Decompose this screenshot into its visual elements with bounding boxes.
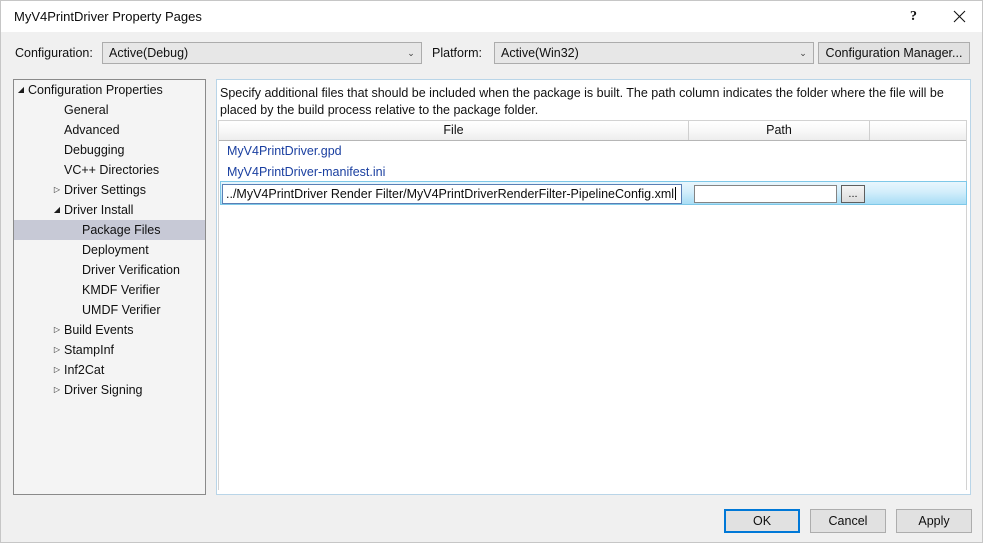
- configuration-manager-button[interactable]: Configuration Manager...: [818, 42, 970, 64]
- tree-item-kmdf-verifier[interactable]: KMDF Verifier: [14, 280, 205, 300]
- apply-button[interactable]: Apply: [896, 509, 972, 533]
- tree-item-label: Package Files: [82, 223, 161, 237]
- platform-value: Active(Win32): [501, 46, 579, 60]
- expander-collapsed-icon[interactable]: ▷: [50, 320, 64, 340]
- help-button[interactable]: ?: [891, 1, 936, 32]
- tree-item-package-files[interactable]: Package Files: [14, 220, 205, 240]
- close-button[interactable]: [937, 1, 982, 32]
- cancel-button[interactable]: Cancel: [810, 509, 886, 533]
- expander-collapsed-icon[interactable]: ▷: [50, 340, 64, 360]
- column-header-path[interactable]: Path: [689, 121, 870, 140]
- platform-dropdown[interactable]: Active(Win32) ⌄: [494, 42, 814, 64]
- tree-item-label: Driver Signing: [64, 383, 143, 397]
- tree-item-advanced[interactable]: Advanced: [14, 120, 205, 140]
- tree-item-label: VC++ Directories: [64, 163, 160, 177]
- tree-item-label: Advanced: [64, 123, 120, 137]
- configuration-tree[interactable]: ◢ Configuration Properties General Advanced…: [13, 79, 206, 495]
- platform-label: Platform:: [432, 46, 483, 60]
- tree-item-debugging[interactable]: Debugging: [14, 140, 205, 160]
- expander-collapsed-icon[interactable]: ▷: [50, 380, 64, 400]
- column-header-extra[interactable]: [870, 121, 966, 140]
- tree-item-configuration-properties[interactable]: ◢ Configuration Properties: [14, 80, 205, 100]
- tree-item-label: Debugging: [64, 143, 125, 157]
- expander-collapsed-icon[interactable]: ▷: [50, 360, 64, 380]
- tree-item-label: StampInf: [64, 343, 115, 357]
- tree-item-build-events[interactable]: ▷ Build Events: [14, 320, 205, 340]
- question-mark-icon: ?: [910, 8, 917, 24]
- configuration-dropdown[interactable]: Active(Debug) ⌄: [102, 42, 422, 64]
- tree-item-vc-directories[interactable]: VC++ Directories: [14, 160, 205, 180]
- expander-expanded-icon[interactable]: ◢: [14, 80, 28, 100]
- tree-item-label: Build Events: [64, 323, 134, 337]
- table-row[interactable]: MyV4PrintDriver-manifest.ini: [219, 162, 966, 183]
- grid-edit-row[interactable]: ../MyV4PrintDriver Render Filter/MyV4Pri…: [220, 181, 967, 205]
- column-header-file[interactable]: File: [219, 121, 689, 140]
- path-input[interactable]: [694, 185, 837, 203]
- tree-item-label: General: [64, 103, 109, 117]
- configuration-value: Active(Debug): [109, 46, 189, 60]
- tree-item-label: Driver Verification: [82, 263, 180, 277]
- file-path-input[interactable]: ../MyV4PrintDriver Render Filter/MyV4Pri…: [222, 184, 682, 204]
- window-title: MyV4PrintDriver Property Pages: [14, 9, 202, 24]
- title-bar: MyV4PrintDriver Property Pages ?: [1, 1, 982, 32]
- tree-item-umdf-verifier[interactable]: UMDF Verifier: [14, 300, 205, 320]
- package-files-panel: Specify additional files that should be …: [216, 79, 971, 495]
- tree-item-driver-verification[interactable]: Driver Verification: [14, 260, 205, 280]
- package-files-grid: File Path MyV4PrintDriver.gpd MyV4PrintDr…: [218, 120, 967, 490]
- tree-item-driver-install[interactable]: ◢ Driver Install: [14, 200, 205, 220]
- tree-item-inf2cat[interactable]: ▷ Inf2Cat: [14, 360, 205, 380]
- tree-item-label: Deployment: [82, 243, 149, 257]
- expander-expanded-icon[interactable]: ◢: [50, 200, 64, 220]
- expander-collapsed-icon[interactable]: ▷: [50, 180, 64, 200]
- configuration-label: Configuration:: [15, 46, 93, 60]
- cell-file: MyV4PrintDriver-manifest.ini: [227, 165, 386, 179]
- tree-item-stampinf[interactable]: ▷ StampInf: [14, 340, 205, 360]
- configuration-bar: Configuration: Active(Debug) ⌄ Platform:…: [1, 32, 982, 73]
- cell-file: MyV4PrintDriver.gpd: [227, 144, 342, 158]
- table-row[interactable]: MyV4PrintDriver.gpd: [219, 141, 966, 162]
- tree-item-driver-signing[interactable]: ▷ Driver Signing: [14, 380, 205, 400]
- grid-header-row: File Path: [219, 121, 966, 141]
- close-icon: [953, 10, 966, 23]
- text-caret: [675, 187, 677, 200]
- chevron-down-icon: ⌄: [799, 47, 807, 58]
- tree-item-label: Driver Settings: [64, 183, 146, 197]
- tree-item-deployment[interactable]: Deployment: [14, 240, 205, 260]
- tree-item-label: KMDF Verifier: [82, 283, 160, 297]
- tree-item-driver-settings[interactable]: ▷ Driver Settings: [14, 180, 205, 200]
- tree-item-general[interactable]: General: [14, 100, 205, 120]
- ok-button[interactable]: OK: [724, 509, 800, 533]
- property-pages-dialog: MyV4PrintDriver Property Pages ? Configu…: [0, 0, 983, 543]
- tree-item-label: Configuration Properties: [28, 83, 163, 97]
- panel-description: Specify additional files that should be …: [220, 86, 944, 117]
- tree-item-label: Driver Install: [64, 203, 134, 217]
- file-path-input-value: ../MyV4PrintDriver Render Filter/MyV4Pri…: [226, 187, 675, 201]
- grid-body: MyV4PrintDriver.gpd MyV4PrintDriver-manif…: [219, 141, 966, 183]
- tree-item-label: UMDF Verifier: [82, 303, 161, 317]
- tree-item-label: Inf2Cat: [64, 363, 105, 377]
- browse-button[interactable]: ...: [841, 185, 865, 203]
- chevron-down-icon: ⌄: [407, 47, 415, 58]
